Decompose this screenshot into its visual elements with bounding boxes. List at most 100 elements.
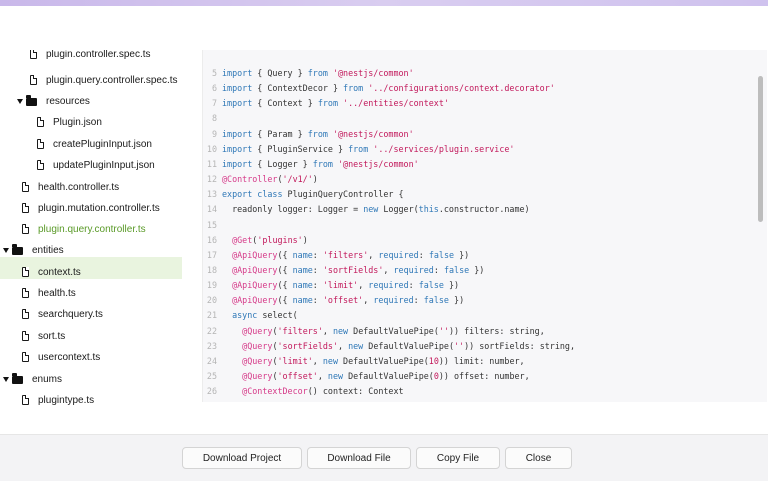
tree-file[interactable]: updatePluginInput.json [37,155,155,175]
code-token: DefaultValuePipe( [343,371,434,381]
tree-file-selected[interactable]: plugin.query.controller.ts [22,219,146,239]
line-number: 5 [211,68,217,78]
code-line: 12 @Controller('/v1/') [203,172,318,186]
code-token: name [292,250,313,260]
code-token: required [393,265,434,275]
code-line: 16 @Get('plugins') [203,233,308,247]
copy-file-button[interactable]: Copy File [416,447,500,469]
file-icon [37,117,44,127]
code-token: name [292,265,313,275]
code-token: @ContextDecor [242,386,308,396]
tree-file[interactable]: context.ts [22,262,81,282]
file-icon [22,182,29,192]
code-token: PluginQueryController { [282,189,404,199]
download-project-button[interactable]: Download Project [182,447,302,469]
code-token: name [292,295,313,305]
tree-file[interactable]: plugin.mutation.controller.ts [22,198,160,218]
close-button[interactable]: Close [505,447,572,469]
line-number: 13 [206,189,217,199]
tree-file[interactable]: plugin.controller.spec.ts [30,50,151,64]
code-token: '@nestjs/common' [338,159,419,169]
tree-folder[interactable]: entities [3,240,64,260]
code-token: 'offset' [322,295,364,305]
code-line: 26 @ContextDecor() context: Context [203,384,404,398]
code-token: required [368,280,409,290]
tree-file[interactable]: Plugin.json [37,112,102,132]
code-token: ) [312,174,318,184]
chevron-down-icon[interactable] [3,247,9,253]
code-token: 'limit' [277,356,313,366]
chevron-down-icon[interactable] [3,376,9,382]
code-line: 17 @ApiQuery({ name: 'filters', required… [203,248,469,262]
tree-file-label: plugintype.ts [38,394,95,406]
code-token: )) offset: number, [438,371,530,381]
line-number: 18 [206,265,217,275]
code-token: @Query [242,341,273,351]
tree-folder[interactable]: resources [17,91,90,111]
code-token: , [363,295,374,305]
code-token: from [307,129,328,139]
file-icon [37,139,44,149]
editor-scrollbar[interactable] [758,76,763,222]
tree-file-label: context.ts [38,266,81,278]
tree-file[interactable]: health.controller.ts [22,177,119,197]
code-token: @Get [232,235,253,245]
tree-file[interactable]: searchquery.ts [22,304,103,324]
tree-file[interactable]: sort.ts [22,326,65,346]
code-line: 22 @Query('filters', new DefaultValuePip… [203,324,545,338]
code-token: export class [222,189,283,199]
file-icon [22,288,29,298]
code-token: { Query } [252,68,308,78]
file-tree[interactable]: plugin.controller.spec.ts plugin.query.c… [0,50,198,410]
chevron-down-icon[interactable] [17,98,23,104]
file-icon [37,160,44,170]
code-line: 8 [203,111,222,125]
code-token: : [413,295,424,305]
code-token: .constructor.name) [438,204,530,214]
code-token: 'filters' [277,326,323,336]
tree-folder-label: entities [32,244,64,256]
tree-file[interactable]: usercontext.ts [22,347,100,367]
line-number: 22 [206,326,217,336]
code-token: false [443,265,470,275]
code-line: 24 @Query('limit', new DefaultValuePipe(… [203,354,525,368]
tree-file[interactable]: plugintype.ts [22,390,94,410]
file-icon [30,50,37,59]
code-line: 10 import { PluginService } from '../serv… [203,142,515,156]
code-token: import [222,68,253,78]
line-number: 26 [206,386,217,396]
code-editor[interactable]: 5 import { Query } from '@nestjs/common' 6… [203,50,767,402]
line-number: 14 [206,204,217,214]
code-token: from [312,159,333,169]
tree-folder-label: enums [32,373,63,385]
code-token: import [222,159,253,169]
tree-folder[interactable]: enums [3,369,62,389]
code-token: : [312,295,323,305]
line-number: 9 [211,129,217,139]
code-token: )) limit: number, [438,356,525,366]
line-number: 25 [206,371,217,381]
code-token: @Controller [222,174,278,184]
tree-file-label: plugin.query.controller.ts [38,223,146,235]
code-token: }) [448,295,465,305]
download-file-button[interactable]: Download File [307,447,411,469]
code-token: Logger( [378,204,419,214]
code-token: , [383,265,394,275]
tree-file[interactable]: createPluginInput.json [37,134,152,154]
tree-file-label: plugin.query.controller.spec.ts [46,74,178,86]
code-token: 'offset' [277,371,318,381]
code-token: DefaultValuePipe( [363,341,454,351]
code-token: new [332,326,349,336]
code-token: new [322,356,339,366]
code-token: from [348,144,369,154]
code-line: 9 import { Param } from '@nestjs/common' [203,127,414,141]
tree-file[interactable]: health.ts [22,283,76,303]
code-token: , [358,280,369,290]
line-number: 24 [206,356,217,366]
tree-file[interactable]: plugin.query.controller.spec.ts [30,70,178,90]
